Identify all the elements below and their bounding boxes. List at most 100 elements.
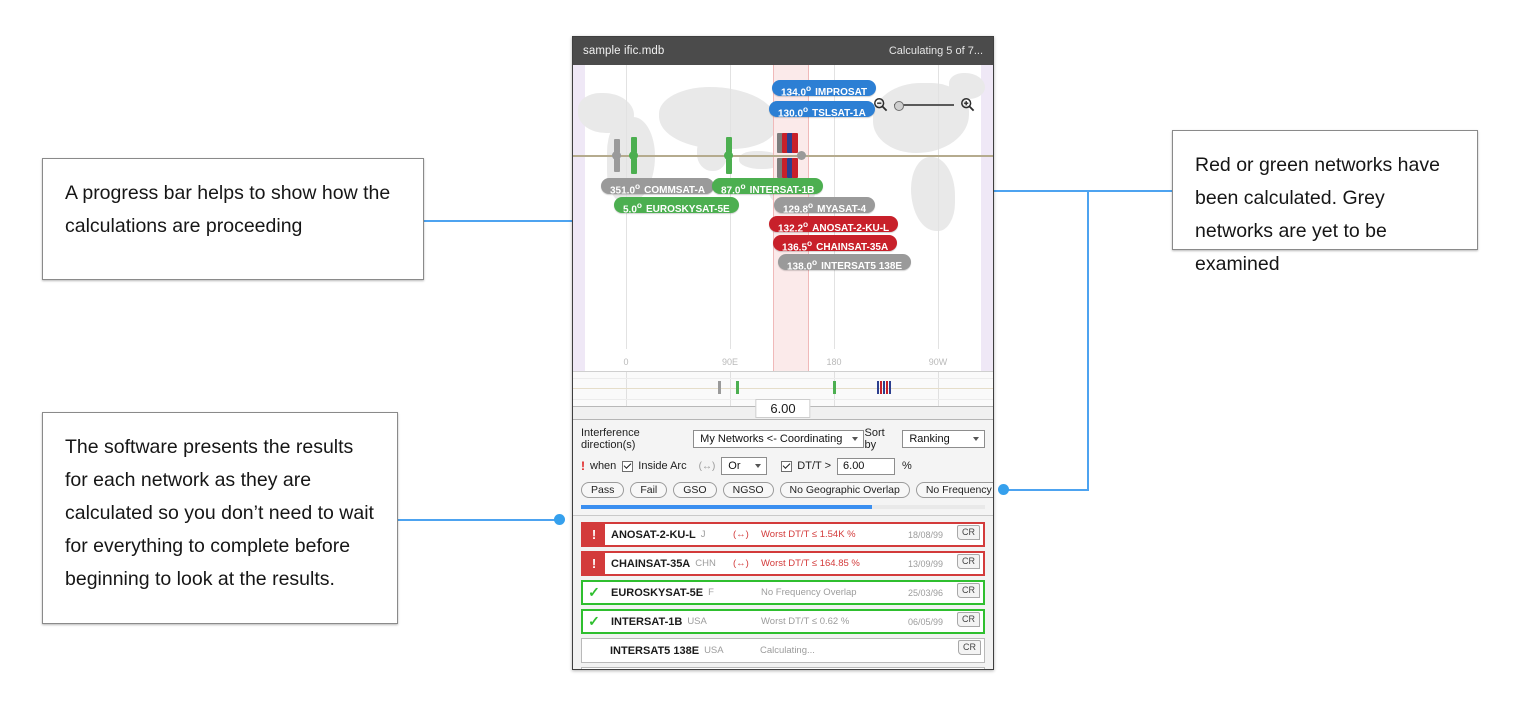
notice-type-badge[interactable]: CR — [957, 612, 980, 627]
landmass-greenland — [949, 73, 985, 99]
logic-select-value: Or — [728, 460, 741, 472]
map-edge-right — [981, 65, 993, 371]
strip-tick-cluster[interactable] — [877, 381, 891, 394]
pill-intersat-1b[interactable]: 87.0o INTERSAT-1B — [712, 178, 824, 197]
application-window: sample ific.mdb Calculating 5 of 7... 13… — [572, 36, 994, 670]
direction-row: Interference direction(s) My Networks <-… — [581, 427, 985, 451]
notice-type-badge[interactable]: API — [956, 669, 981, 670]
inside-arc-label: Inside Arc — [638, 460, 687, 472]
callout-colors-text: Red or green networks have been calculat… — [1195, 154, 1440, 275]
result-date: 18/08/99 — [907, 529, 943, 540]
notice-type-badge[interactable]: CR — [957, 525, 980, 540]
filter-chip-group: Pass Fail GSO NGSO No Geographic Overlap… — [581, 482, 993, 498]
chip-no-geographic-overlap[interactable]: No Geographic Overlap — [779, 482, 910, 498]
pill-chainsat-35a-degree: 136.5 — [782, 242, 808, 254]
marker-euroskysat-5e-dot[interactable] — [629, 151, 638, 160]
zoom-slider-track[interactable] — [894, 100, 954, 111]
axis-label-0: 0 — [623, 357, 629, 367]
progress-bar-fill — [581, 505, 872, 509]
direction-label: Interference direction(s) — [581, 427, 640, 451]
direction-indicator: (↔) — [733, 558, 749, 569]
pill-chainsat-35a-name: CHAINSAT-35A — [816, 242, 889, 254]
table-row[interactable]: ✓ INTERSAT-1B USA Worst DT/T ≤ 0.62 % 06… — [581, 609, 985, 634]
chip-pass[interactable]: Pass — [581, 482, 625, 498]
pill-tslsat-1a[interactable]: 130.0o TSLSAT-1A — [769, 101, 875, 120]
arc-overview-strip[interactable]: 6.00 — [573, 371, 993, 418]
network-name: EUROSKYSAT-5E — [611, 586, 704, 599]
table-row[interactable]: ! CHAINSAT-35A CHN (↔) Worst DT/T ≤ 164.… — [581, 551, 985, 576]
pill-intersat5-138e-name: INTERSAT5 138E — [821, 261, 903, 273]
marker-commsat-a-low[interactable] — [614, 158, 620, 172]
table-row[interactable]: COMMSAT-A USA Click to calculate API — [581, 667, 985, 670]
status-badge: ! — [583, 524, 605, 545]
strip-tick-euroskysat-5e[interactable] — [833, 381, 836, 394]
pill-myasat-4[interactable]: 129.8o MYASAT-4 — [774, 197, 876, 216]
callout-progress-bar: A progress bar helps to show how the cal… — [42, 158, 424, 280]
when-label: when — [590, 460, 617, 472]
leader-progress-horizontal — [424, 220, 588, 222]
pill-euroskysat-5e[interactable]: 5.0o EUROSKYSAT-5E — [614, 197, 739, 215]
result-date: 25/03/96 — [907, 587, 943, 598]
sort-label: Sort by — [864, 427, 885, 451]
satellite-map[interactable]: 134.0o IMPROSAT 130.0o TSLSAT-1A 351.0o COM… — [573, 65, 993, 371]
zoom-control[interactable] — [873, 97, 975, 112]
pill-commsat-a[interactable]: 351.0o COMMSAT-A — [601, 178, 715, 196]
administration: CHN — [695, 558, 716, 569]
filter-controls: Interference direction(s) My Networks <-… — [573, 420, 993, 516]
zoom-out-icon[interactable] — [873, 97, 888, 112]
dtt-threshold-input[interactable]: 6.00 — [837, 457, 896, 475]
direction-select-value: My Networks <- Coordinating — [700, 433, 843, 445]
logic-select[interactable]: Or — [721, 457, 768, 475]
direction-select[interactable]: My Networks <- Coordinating — [693, 430, 865, 448]
inside-arc-checkbox[interactable] — [622, 460, 634, 472]
marker-cluster-d-up[interactable] — [792, 133, 798, 153]
pill-improsat-name: IMPROSAT — [815, 87, 868, 99]
administration: USA — [704, 645, 724, 656]
axis-label-180: 180 — [826, 357, 842, 367]
strip-arc-line — [573, 388, 993, 389]
chevron-down-icon — [973, 437, 979, 441]
axis-label-90e: 90E — [721, 357, 739, 367]
pill-improsat[interactable]: 134.0o IMPROSAT — [772, 80, 877, 99]
marker-intersat-1b-dot[interactable] — [724, 151, 733, 160]
result-message: Worst DT/T ≤ 164.85 % — [761, 558, 860, 569]
chip-ngso[interactable]: NGSO — [722, 482, 774, 498]
notice-type-badge[interactable]: CR — [957, 554, 980, 569]
pill-chainsat-35a[interactable]: 136.5o CHAINSAT-35A — [773, 235, 898, 254]
chevron-down-icon — [852, 437, 859, 441]
chip-fail[interactable]: Fail — [630, 482, 668, 498]
zoom-slider-knob[interactable] — [894, 100, 904, 111]
marker-cluster-d-low[interactable] — [792, 158, 798, 178]
pill-intersat5-138e[interactable]: 138.0o INTERSAT5 138E — [778, 254, 912, 273]
landmass-south-america — [911, 157, 955, 231]
network-name: CHAINSAT-35A — [611, 557, 691, 570]
pill-intersat-1b-name: INTERSAT-1B — [749, 185, 815, 197]
table-row[interactable]: ! ANOSAT-2-KU-L J (↔) Worst DT/T ≤ 1.54K… — [581, 522, 985, 547]
strip-tick-intersat-1b[interactable] — [736, 381, 739, 394]
pill-tslsat-1a-degree: 130.0 — [778, 108, 804, 120]
percent-label: % — [902, 460, 912, 472]
chip-no-frequency-overlap[interactable]: No Frequency Overlap — [915, 482, 993, 498]
strip-row-top — [573, 378, 993, 379]
pill-anosat-2-ku-l[interactable]: 132.2o ANOSAT-2-KU-L — [769, 216, 899, 234]
pill-myasat-4-degree: 129.8 — [783, 204, 809, 216]
marker-commsat-a-dot[interactable] — [612, 151, 621, 160]
network-name: INTERSAT5 138E — [610, 644, 700, 657]
chevron-down-icon — [755, 464, 762, 468]
table-row[interactable]: INTERSAT5 138E USA Calculating... CR — [581, 638, 985, 663]
chip-gso[interactable]: GSO — [673, 482, 717, 498]
result-message: Worst DT/T ≤ 0.62 % — [761, 616, 850, 627]
marker-intersat-1b-low[interactable] — [726, 158, 732, 174]
administration: F — [708, 587, 714, 598]
notice-type-badge[interactable]: CR — [957, 583, 980, 598]
marker-euroskysat-5e-low[interactable] — [631, 158, 637, 174]
sort-select[interactable]: Ranking — [902, 430, 985, 448]
marker-cluster-dot[interactable] — [797, 151, 806, 160]
dtt-checkbox[interactable] — [781, 460, 793, 472]
status-badge: ! — [583, 553, 605, 574]
strip-tick-commsat-a[interactable] — [718, 381, 721, 394]
zoom-in-icon[interactable] — [960, 97, 975, 112]
table-row[interactable]: ✓ EUROSKYSAT-5E F No Frequency Overlap 2… — [581, 580, 985, 605]
status-badge: ✓ — [588, 584, 600, 600]
notice-type-badge[interactable]: CR — [958, 640, 981, 655]
